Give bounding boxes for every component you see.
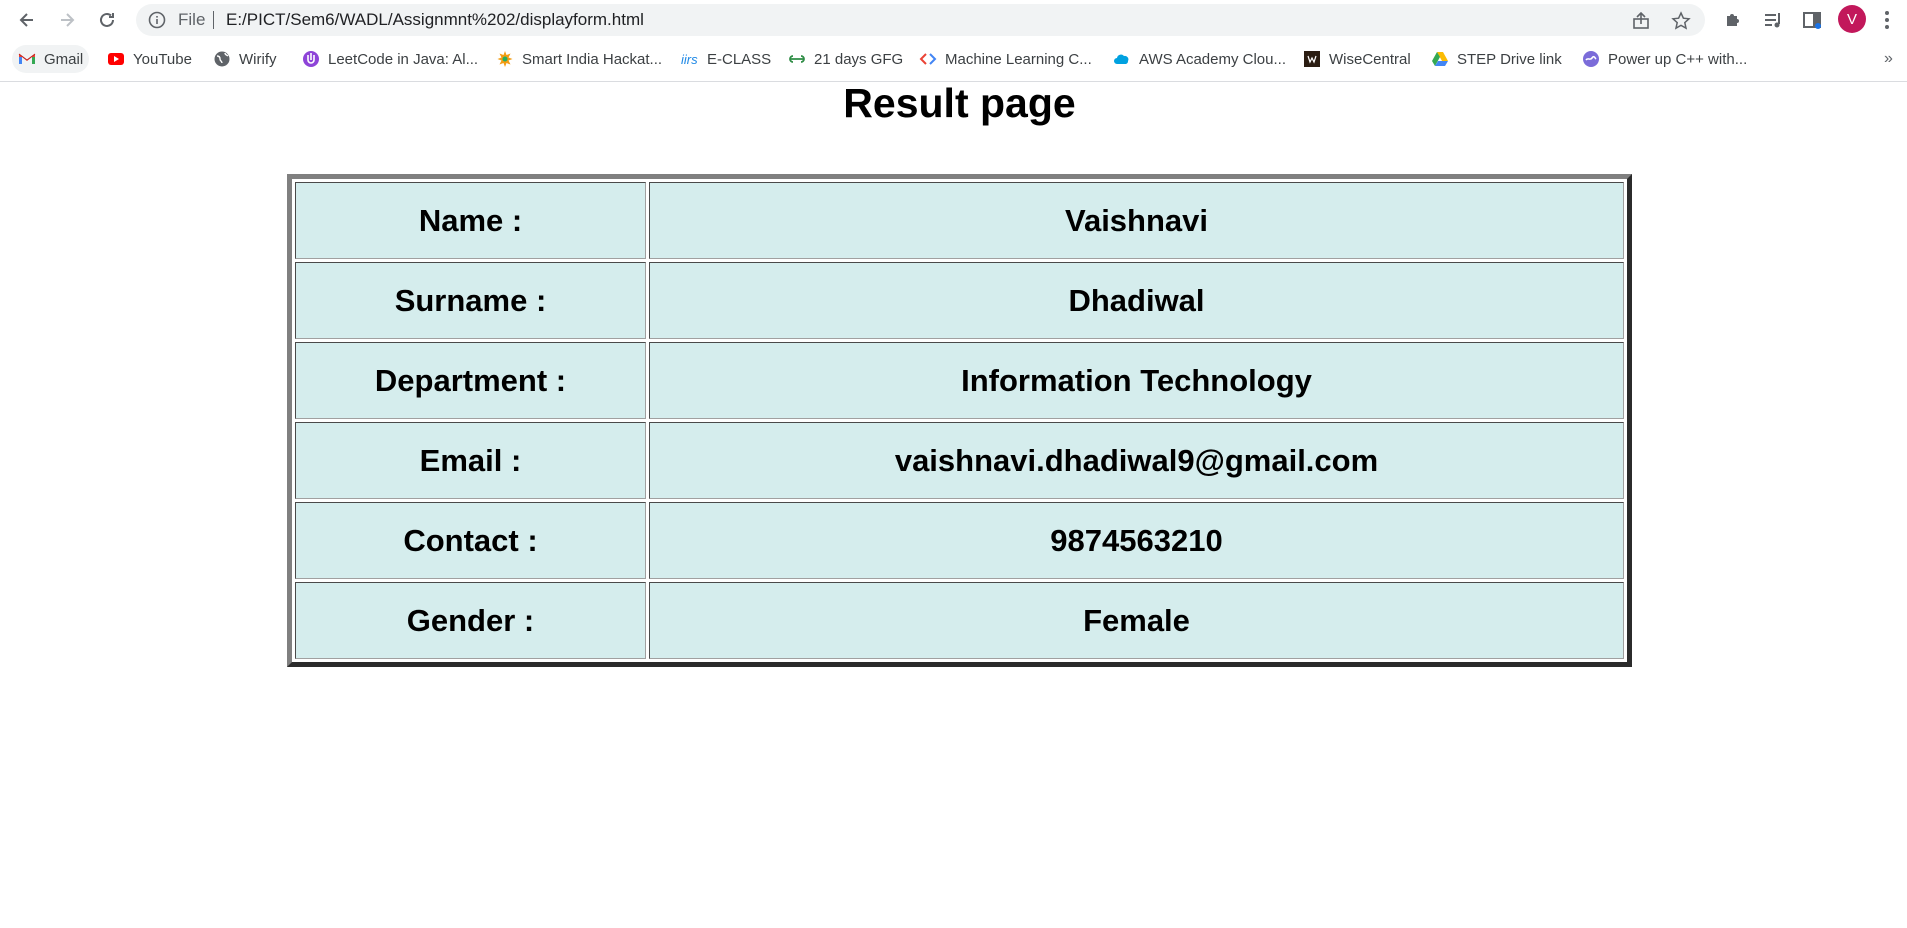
field-value-department: Information Technology [649,342,1624,419]
reload-button[interactable] [93,6,121,34]
table-row: Email : vaishnavi.dhadiwal9@gmail.com [295,422,1624,499]
table-row: Department : Information Technology [295,342,1624,419]
bookmark-label: Machine Learning C... [945,50,1092,68]
field-value-email: vaishnavi.dhadiwal9@gmail.com [649,422,1624,499]
bookmark-machine-learning[interactable]: Machine Learning C... [913,45,1098,73]
bookmark-21-days-gfg[interactable]: 21 days GFG [782,45,909,73]
reload-icon [100,12,114,27]
share-button[interactable] [1630,10,1652,32]
bookmark-smart-india-hackathon[interactable]: Smart India Hackat... [490,45,668,73]
bookmark-label: LeetCode in Java: Al... [328,50,479,68]
google-drive-icon [1432,52,1448,66]
bookmark-label: STEP Drive link [1457,50,1562,68]
svg-text:iirs: iirs [681,52,698,67]
result-table: Name : Vaishnavi Surname : Dhadiwal Depa… [287,174,1632,667]
arrow-left-icon [19,13,33,27]
bookmark-gmail[interactable]: Gmail [12,45,90,73]
table-row: Contact : 9874563210 [295,502,1624,579]
address-bar[interactable]: File E:/PICT/Sem6/WADL/Assignmnt%202/dis… [136,4,1705,36]
browser-toolbar: File E:/PICT/Sem6/WADL/Assignmnt%202/dis… [0,0,1907,40]
leetcode-icon [303,51,319,67]
field-label-name: Name : [295,182,646,259]
field-label-department: Department : [295,342,646,419]
puzzle-icon [1727,14,1739,26]
bookmark-label: YouTube [133,50,192,68]
bookmark-youtube[interactable]: YouTube [101,45,198,73]
bookmark-label: E-CLASS [707,50,772,68]
bookmark-label: 21 days GFG [814,50,904,68]
playlist-icon [1765,13,1780,28]
bookmark-label: Wirify [239,50,277,68]
bookmark-e-class[interactable]: iirs E-CLASS [675,45,777,73]
bookmarks-bar: Gmail YouTube Wirify LeetCode in Java: A… [0,40,1907,82]
more-bookmarks-chevron-icon[interactable]: » [1884,50,1893,68]
code-brackets-icon [919,53,937,65]
field-value-gender: Female [649,582,1624,659]
gfg-icon [789,55,805,63]
power-up-icon [1583,51,1599,67]
field-label-contact: Contact : [295,502,646,579]
arrow-right-icon [61,13,75,27]
back-button[interactable] [13,6,41,34]
media-control-button[interactable] [1760,7,1786,33]
bookmark-aws-academy[interactable]: AWS Academy Clou... [1107,45,1292,73]
globe-icon [214,51,230,67]
iirs-icon: iirs [681,52,698,67]
bookmark-wirify[interactable]: Wirify [207,45,283,73]
bookmark-label: WiseCentral [1329,50,1411,68]
forward-button[interactable] [53,6,81,34]
info-icon[interactable] [148,11,166,29]
bookmark-label: Smart India Hackat... [522,50,663,68]
bookmark-label: AWS Academy Clou... [1139,50,1286,68]
url-text[interactable]: E:/PICT/Sem6/WADL/Assignmnt%202/displayf… [226,10,644,30]
side-panel-button[interactable] [1799,7,1825,33]
extensions-button[interactable] [1720,7,1746,33]
scheme-label: File [178,10,206,29]
table-row: Surname : Dhadiwal [295,262,1624,339]
menu-kebab-icon[interactable] [1884,9,1890,31]
bookmark-label: Power up C++ with... [1608,50,1748,68]
omnibox-divider [213,11,214,29]
field-label-email: Email : [295,422,646,499]
bookmark-wisecentral[interactable]: WiseCentral [1297,45,1417,73]
field-value-surname: Dhadiwal [649,262,1624,339]
wisecentral-icon [1304,51,1320,67]
bookmark-power-up-cpp[interactable]: Power up C++ with... [1576,45,1753,73]
field-label-surname: Surname : [295,262,646,339]
bookmark-step-drive-link[interactable]: STEP Drive link [1425,45,1568,73]
star-icon [1671,11,1691,30]
bookmark-label: Gmail [44,50,84,68]
table-row: Name : Vaishnavi [295,182,1624,259]
bookmark-star-button[interactable] [1670,10,1692,32]
side-panel-icon [1803,12,1821,29]
youtube-icon [108,53,124,65]
bookmark-leetcode[interactable]: LeetCode in Java: Al... [296,45,484,73]
field-value-contact: 9874563210 [649,502,1624,579]
field-label-gender: Gender : [295,582,646,659]
page-title: Result page [843,80,1076,126]
profile-avatar[interactable]: V [1838,5,1866,33]
table-row: Gender : Female [295,582,1624,659]
salesforce-cloud-icon [1114,54,1129,64]
field-value-name: Vaishnavi [649,182,1624,259]
sih-icon [497,51,513,67]
gmail-icon [18,53,36,64]
share-icon [1633,11,1649,29]
